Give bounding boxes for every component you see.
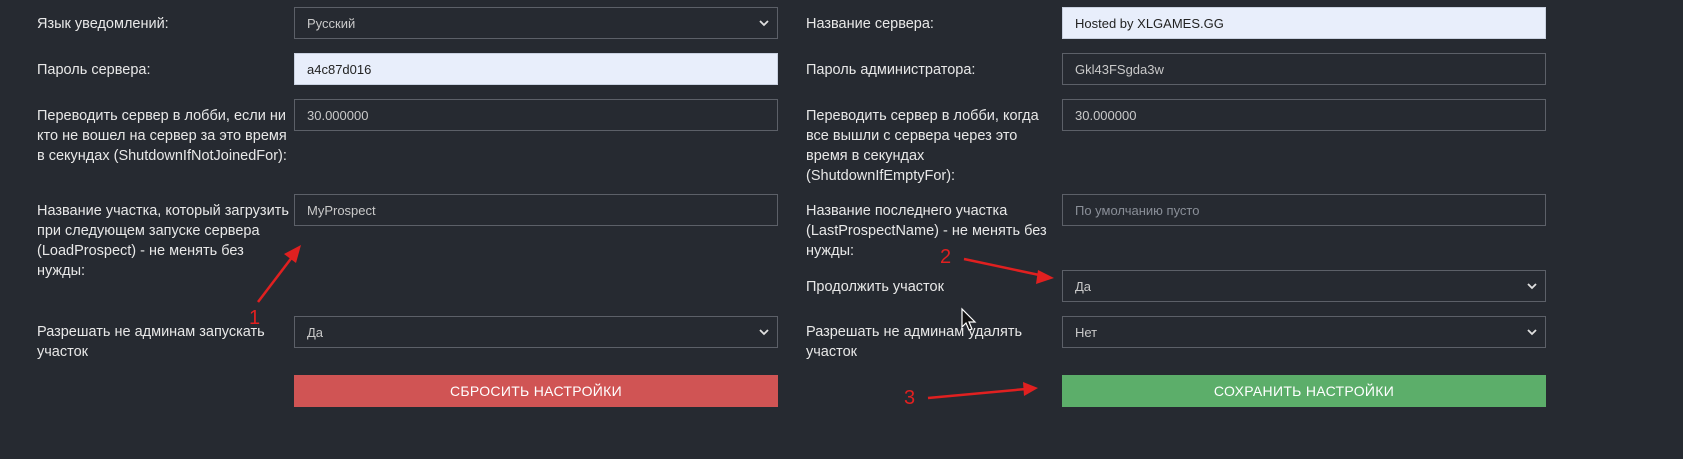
- last-prospect-label: Название последнего участка (LastProspec…: [806, 201, 1047, 261]
- label-line: все вышли с сервера через это: [806, 128, 1018, 144]
- server-name-input[interactable]: Hosted by XLGAMES.GG: [1062, 7, 1546, 39]
- load-prospect-input[interactable]: MyProspect: [294, 194, 778, 226]
- allow-nonadmin-delete-value: Нет: [1075, 324, 1098, 340]
- server-password-input[interactable]: a4c87d016: [294, 53, 778, 85]
- continue-prospect-select[interactable]: Да: [1062, 270, 1546, 302]
- admin-password-label: Пароль администратора:: [806, 62, 976, 78]
- server-password-label: Пароль сервера:: [37, 62, 151, 78]
- label-line: Название участка, который загрузить: [37, 203, 289, 219]
- label-line: нужды:: [37, 263, 86, 279]
- shutdown-not-joined-label: Переводить сервер в лобби, если ни кто н…: [37, 106, 287, 166]
- label-line: кто не вошел на сервер за это время: [37, 128, 287, 144]
- annotation-number-1: 1: [249, 307, 261, 329]
- load-prospect-label: Название участка, который загрузить при …: [37, 201, 289, 281]
- label-line: участок: [806, 344, 858, 360]
- last-prospect-input[interactable]: По умолчанию пусто: [1062, 194, 1546, 226]
- notify-language-select[interactable]: Русский: [294, 7, 778, 39]
- shutdown-empty-input[interactable]: 30.000000: [1062, 99, 1546, 131]
- label-line: (LastProspectName) - не менять без: [806, 223, 1047, 239]
- annotation-number-3: 3: [904, 387, 916, 409]
- server-password-value: a4c87d016: [307, 61, 372, 77]
- server-name-value: Hosted by XLGAMES.GG: [1075, 15, 1224, 31]
- label-line: нужды:: [806, 243, 855, 259]
- annotation-number-2: 2: [940, 246, 952, 268]
- reset-settings-button[interactable]: СБРОСИТЬ НАСТРОЙКИ: [294, 375, 778, 407]
- continue-prospect-label: Продолжить участок: [806, 279, 944, 295]
- shutdown-empty-label: Переводить сервер в лобби, когда все выш…: [806, 106, 1039, 186]
- allow-nonadmin-delete-label: Разрешать не админам удалять участок: [806, 322, 1022, 362]
- annotation-arrowhead-2: [1036, 270, 1054, 284]
- save-settings-button[interactable]: СОХРАНИТЬ НАСТРОЙКИ: [1062, 375, 1546, 407]
- label-line: при следующем запуске сервера: [37, 223, 260, 239]
- admin-password-input[interactable]: Gkl43FSgda3w: [1062, 53, 1546, 85]
- label-line: (ShutdownIfEmptyFor):: [806, 168, 956, 184]
- server-name-label: Название сервера:: [806, 16, 934, 32]
- allow-nonadmin-start-value: Да: [307, 324, 324, 340]
- chevron-down-icon: [1527, 283, 1537, 290]
- label-line: участок: [37, 344, 89, 360]
- label-line: (LoadProspect) - не менять без: [37, 243, 244, 259]
- continue-prospect-value: Да: [1075, 278, 1092, 294]
- admin-password-value: Gkl43FSgda3w: [1075, 61, 1164, 77]
- annotation-arrowhead-3: [1023, 382, 1038, 396]
- chevron-down-icon: [1527, 329, 1537, 336]
- notify-language-label: Язык уведомлений:: [37, 16, 169, 32]
- allow-nonadmin-start-label: Разрешать не админам запускать участок: [37, 322, 265, 362]
- label-line: Переводить сервер в лобби, если ни: [37, 108, 286, 124]
- chevron-down-icon: [759, 329, 769, 336]
- label-line: Разрешать не админам запускать: [37, 324, 265, 340]
- shutdown-not-joined-input[interactable]: 30.000000: [294, 99, 778, 131]
- notify-language-value: Русский: [307, 15, 356, 31]
- load-prospect-value: MyProspect: [307, 202, 376, 218]
- label-line: Название последнего участка: [806, 203, 1008, 219]
- last-prospect-placeholder: По умолчанию пусто: [1075, 202, 1200, 218]
- annotation-arrow-3: [927, 387, 1027, 400]
- label-line: Переводить сервер в лобби, когда: [806, 108, 1039, 124]
- chevron-down-icon: [759, 20, 769, 27]
- allow-nonadmin-delete-select[interactable]: Нет: [1062, 316, 1546, 348]
- shutdown-not-joined-value: 30.000000: [307, 107, 369, 123]
- shutdown-empty-value: 30.000000: [1075, 107, 1137, 123]
- label-line: в секундах (ShutdownIfNotJoinedFor):: [37, 148, 287, 164]
- allow-nonadmin-start-select[interactable]: Да: [294, 316, 778, 348]
- label-line: время в секундах: [806, 148, 925, 164]
- annotation-arrow-2: [963, 257, 1045, 278]
- label-line: Разрешать не админам удалять: [806, 324, 1023, 340]
